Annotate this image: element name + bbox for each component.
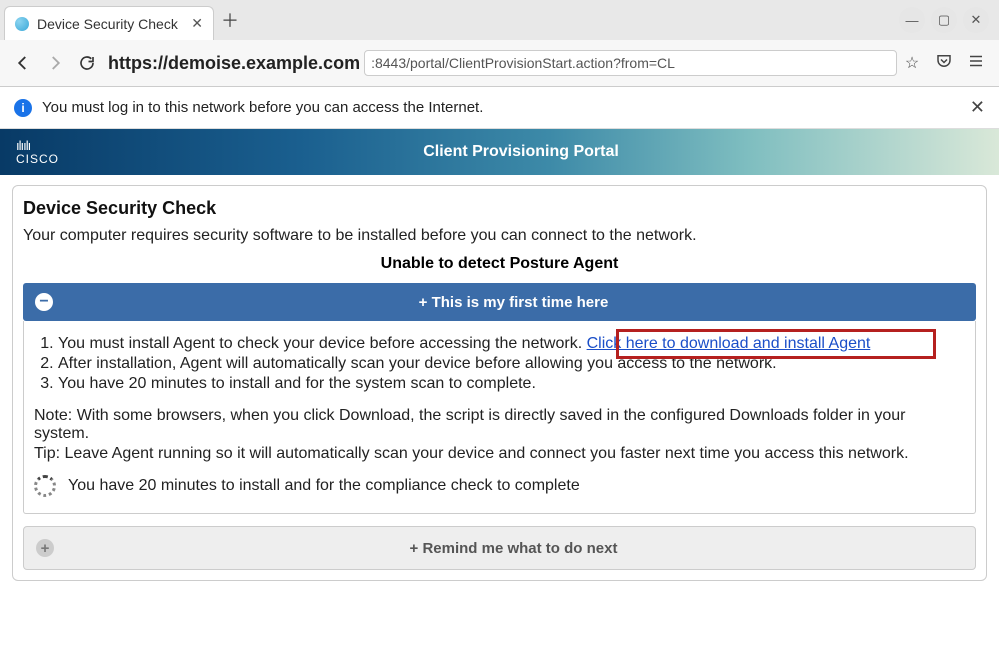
note-text: Note: With some browsers, when you click… (34, 407, 965, 443)
cisco-logo-text: CISCO (16, 153, 59, 165)
accordion-remind-header[interactable]: + + Remind me what to do next (23, 526, 976, 570)
download-agent-link[interactable]: Click here to download and install Agent (587, 335, 871, 352)
accordion-first-time-body: You must install Agent to check your dev… (23, 321, 976, 514)
network-login-infobar: i You must log in to this network before… (0, 87, 999, 129)
window-controls: — ▢ ✕ (899, 7, 999, 33)
infobar-message: You must log in to this network before y… (42, 99, 483, 116)
tip-text: Tip: Leave Agent running so it will auto… (34, 445, 965, 463)
content-area: Device Security Check Your computer requ… (0, 175, 999, 591)
list-item: You have 20 minutes to install and for t… (58, 375, 965, 393)
install-steps-list: You must install Agent to check your dev… (58, 335, 965, 393)
back-button[interactable] (12, 52, 34, 74)
pocket-icon[interactable] (933, 52, 955, 75)
close-window-button[interactable]: ✕ (963, 7, 989, 33)
browser-tab[interactable]: Device Security Check ✕ (4, 6, 214, 40)
progress-row: You have 20 minutes to install and for t… (34, 475, 965, 497)
list-item: After installation, Agent will automatic… (58, 355, 965, 373)
cisco-logo-bars: ılıılı (16, 139, 30, 152)
url-path: :8443/portal/ClientProvisionStart.action… (364, 50, 897, 76)
address-bar[interactable]: https://demoise.example.com :8443/portal… (108, 50, 923, 76)
collapse-icon: − (35, 293, 53, 311)
tab-bar: Device Security Check ✕ ＋ — ▢ ✕ (0, 0, 999, 40)
posture-status: Unable to detect Posture Agent (23, 255, 976, 273)
tab-close-icon[interactable]: ✕ (191, 15, 203, 32)
browser-toolbar: https://demoise.example.com :8443/portal… (0, 40, 999, 86)
info-icon: i (14, 99, 32, 117)
forward-button[interactable] (44, 52, 66, 74)
browser-chrome: Device Security Check ✕ ＋ — ▢ ✕ https://… (0, 0, 999, 87)
page-heading: Device Security Check (23, 198, 976, 219)
url-host: https://demoise.example.com (108, 53, 360, 74)
portal-header: ılıılı CISCO Client Provisioning Portal (0, 129, 999, 175)
maximize-button[interactable]: ▢ (931, 7, 957, 33)
spinner-icon (34, 475, 56, 497)
accordion-first-time-header[interactable]: − + This is my first time here (23, 283, 976, 321)
bookmark-star-icon[interactable]: ☆ (901, 53, 923, 73)
progress-message: You have 20 minutes to install and for t… (68, 477, 580, 495)
expand-icon: + (36, 539, 54, 557)
list-item: You must install Agent to check your dev… (58, 335, 965, 353)
minimize-button[interactable]: — (899, 7, 925, 33)
tab-title: Device Security Check (37, 16, 178, 32)
infobar-close-icon[interactable]: ✕ (970, 97, 985, 118)
reload-button[interactable] (76, 52, 98, 74)
portal-title: Client Provisioning Portal (59, 143, 983, 161)
hamburger-menu-icon[interactable] (965, 52, 987, 75)
provisioning-card: Device Security Check Your computer requ… (12, 185, 987, 581)
tab-favicon (15, 17, 29, 31)
accordion-remind-label: + Remind me what to do next (64, 540, 963, 557)
page-subtitle: Your computer requires security software… (23, 227, 976, 245)
cisco-logo: ılıılı CISCO (16, 139, 59, 165)
accordion-first-time-label: + This is my first time here (63, 294, 964, 311)
step1-text: You must install Agent to check your dev… (58, 335, 587, 352)
new-tab-button[interactable]: ＋ (214, 4, 246, 36)
